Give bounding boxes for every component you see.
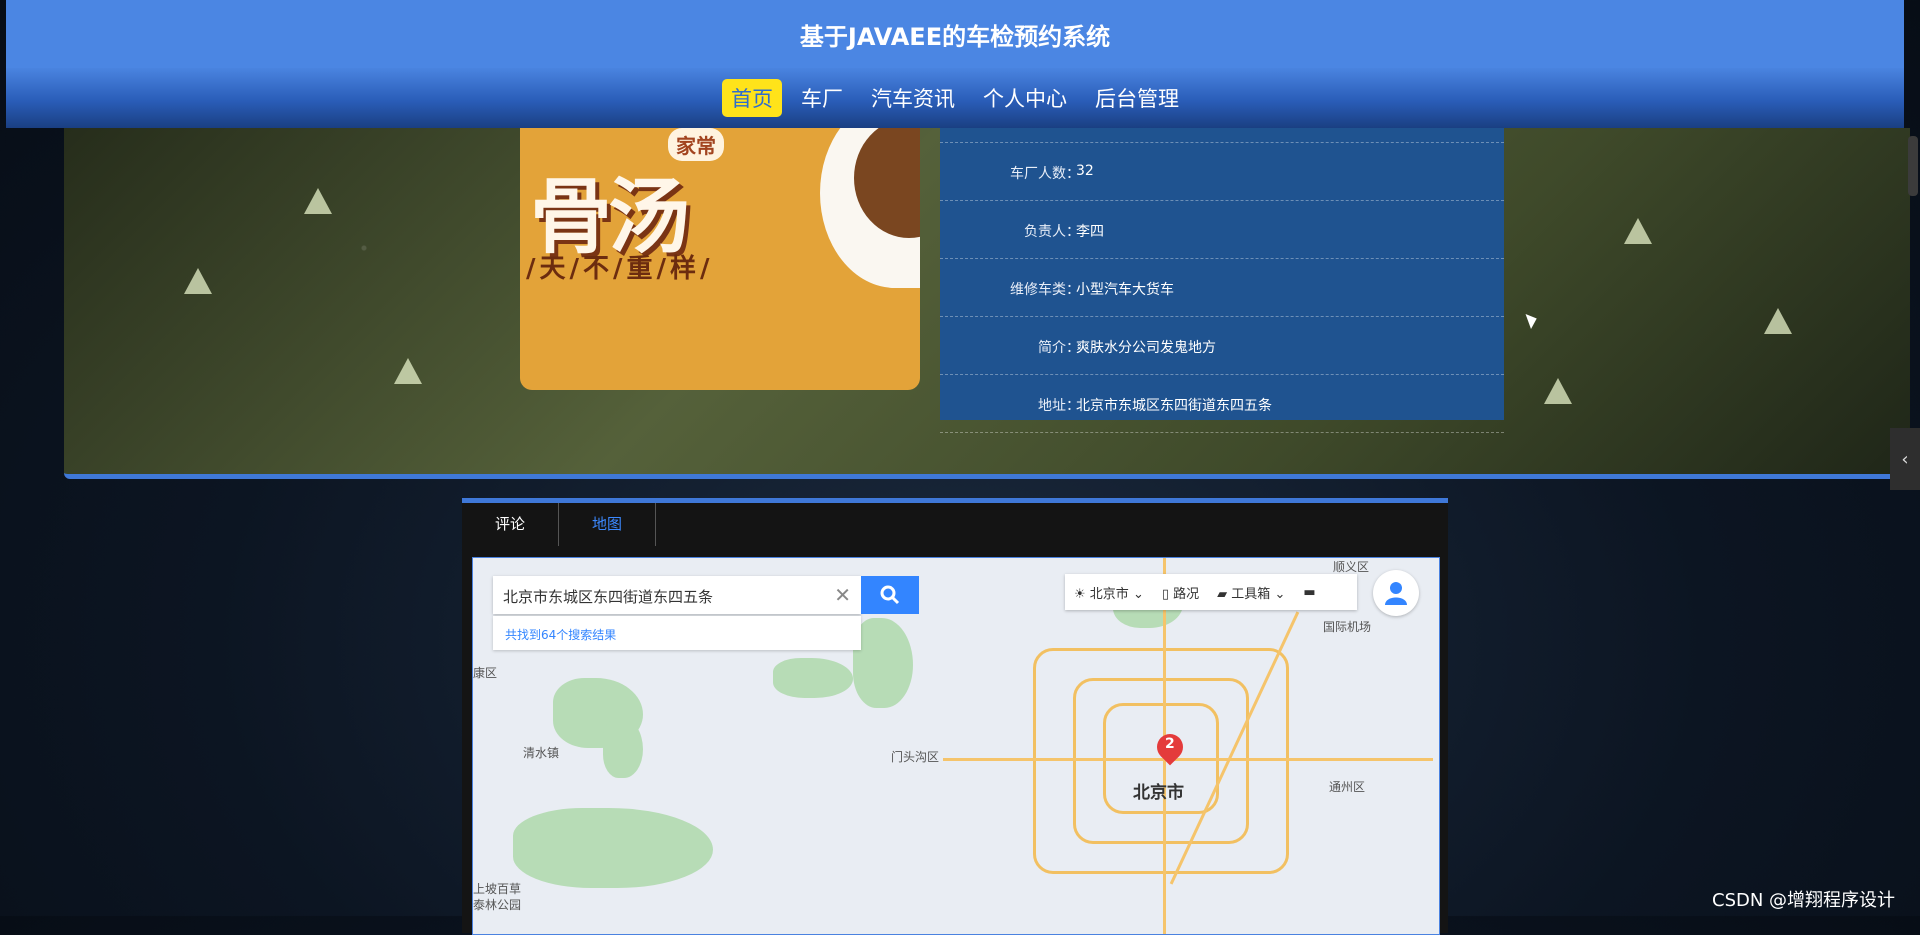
info-label: 简介： <box>1038 340 1080 356</box>
info-value: 北京市东城区东四街道东四五条 <box>1076 398 1272 414</box>
toolbox-label: 工具箱 <box>1231 586 1271 602</box>
poster-slogan: /天/不/重/样/ <box>526 254 714 284</box>
clear-icon[interactable]: ✕ <box>834 583 851 607</box>
site-header: 基于JAVAEE的车检预约系统 <box>6 0 1904 69</box>
decor-shard <box>394 358 422 384</box>
decor-shard <box>1544 378 1572 404</box>
map-label: 清水镇 <box>523 746 560 760</box>
map-green-area <box>513 808 713 888</box>
side-panel-toggle[interactable]: ‹ <box>1890 428 1920 490</box>
tab-bar: 评论 地图 <box>462 503 1448 547</box>
map-search-value: 北京市东城区东四街道东四五条 <box>503 588 714 606</box>
map-road <box>943 758 1433 761</box>
toolbox-button[interactable]: ▰ 工具箱 ⌄ <box>1208 583 1294 602</box>
map-label: 顺义区 <box>1333 560 1370 574</box>
info-label: 维修车类： <box>1010 282 1080 298</box>
city-selector[interactable]: ☀ 北京市 ⌄ <box>1065 583 1153 602</box>
briefcase-icon: ▰ <box>1217 586 1228 602</box>
info-row-manager: 负责人： 李四 <box>940 201 1504 259</box>
map-search-results[interactable]: 共找到64个搜索结果 <box>493 616 861 650</box>
sun-icon: ☀ <box>1074 586 1086 602</box>
chevron-left-icon: ‹ <box>1901 448 1909 470</box>
nav-garage[interactable]: 车厂 <box>792 79 852 117</box>
page-scrollbar[interactable] <box>1908 136 1918 196</box>
search-icon <box>880 585 900 605</box>
message-icon: ▬ <box>1303 584 1316 600</box>
user-avatar-button[interactable] <box>1373 570 1419 616</box>
info-row-intro: 简介： 爽肤水分公司发鬼地方 <box>940 317 1504 375</box>
info-row-address: 地址： 北京市东城区东四街道东四五条 <box>940 375 1504 433</box>
map-search-button[interactable] <box>861 576 919 614</box>
nav-personal-center[interactable]: 个人中心 <box>974 79 1076 117</box>
decor-shard <box>1764 308 1792 334</box>
user-icon <box>1385 582 1407 605</box>
nav-car-news[interactable]: 汽车资讯 <box>862 79 964 117</box>
results-count-link[interactable]: 共找到64个搜索结果 <box>505 626 616 643</box>
map-search-input[interactable]: 北京市东城区东四街道东四五条 ✕ <box>493 576 861 614</box>
tab-comments[interactable]: 评论 <box>462 503 559 546</box>
watermark: CSDN @增翔程序设计 <box>1712 890 1896 911</box>
message-button[interactable]: ▬ <box>1294 585 1324 600</box>
info-value: 32 <box>1076 163 1094 179</box>
map-label: 泰林公园 <box>473 898 522 912</box>
info-label: 车厂人数： <box>1010 166 1080 182</box>
city-selector-label: 北京市 <box>1089 586 1129 602</box>
map-city-label: 北京市 <box>1133 783 1184 803</box>
decor-shard <box>184 268 212 294</box>
map-toolbar: ☀ 北京市 ⌄ ▯ 路况 ▰ 工具箱 ⌄ ▬ <box>1065 574 1357 610</box>
detail-tabs-card: 评论 地图 顺义区 国际机场 清水镇 门头沟区 通州区 康区 上坡百草 泰林公园… <box>462 498 1448 935</box>
nav-home[interactable]: 首页 <box>722 79 782 117</box>
decor-shard <box>1624 218 1652 244</box>
info-row-staff: 车厂人数： 32 <box>940 143 1504 201</box>
map-green-area <box>773 658 853 698</box>
info-value: 小型汽车大货车 <box>1076 282 1174 298</box>
map-label: 门头沟区 <box>891 750 940 764</box>
traffic-light-icon: ▯ <box>1161 586 1169 602</box>
map-label: 康区 <box>473 666 498 680</box>
nav-admin[interactable]: 后台管理 <box>1086 79 1188 117</box>
map-view[interactable]: 顺义区 国际机场 清水镇 门头沟区 通州区 康区 上坡百草 泰林公园 2 北京市… <box>472 557 1440 935</box>
decor-shard <box>304 188 332 214</box>
map-green-area <box>853 618 913 708</box>
map-label: 国际机场 <box>1323 620 1372 634</box>
hero-banner: 家常 骨汤 /天/不/重/样/ 车厂人数： 32 负责人： 李四 维修车类： 小… <box>64 128 1910 479</box>
garage-info-panel: 车厂人数： 32 负责人： 李四 维修车类： 小型汽车大货车 简介： 爽肤水分公… <box>940 128 1504 433</box>
map-marker-number: 2 <box>1165 736 1175 752</box>
info-row-partial <box>940 128 1504 143</box>
traffic-button[interactable]: ▯ 路况 <box>1153 583 1208 602</box>
garage-image: 家常 骨汤 /天/不/重/样/ <box>520 128 920 390</box>
map-label: 通州区 <box>1329 780 1366 794</box>
tab-map[interactable]: 地图 <box>559 503 656 546</box>
info-row-vehicle-type: 维修车类： 小型汽车大货车 <box>940 259 1504 317</box>
map-green-area <box>603 718 643 778</box>
info-value: 爽肤水分公司发鬼地方 <box>1076 340 1216 356</box>
map-label: 上坡百草 <box>473 882 522 896</box>
traffic-label: 路况 <box>1173 586 1200 602</box>
main-nav: 首页 车厂 汽车资讯 个人中心 后台管理 <box>6 68 1904 128</box>
site-title: 基于JAVAEE的车检预约系统 <box>799 22 1111 51</box>
info-value: 李四 <box>1076 224 1104 240</box>
info-label: 地址： <box>1038 398 1080 414</box>
info-label: 负责人： <box>1024 224 1080 240</box>
